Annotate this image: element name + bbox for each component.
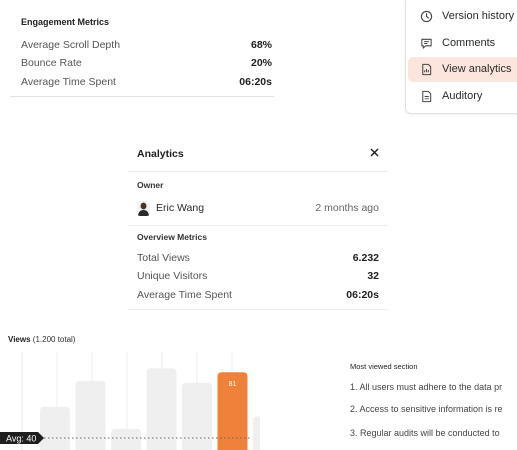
bar (253, 416, 260, 450)
metric-row: Average Scroll Depth 68% (21, 39, 272, 57)
average-label: Avg: 40 (6, 434, 36, 444)
comment-icon (421, 38, 432, 49)
metric-label: Average Time Spent (137, 289, 232, 301)
metric-value: 20% (250, 57, 272, 69)
metric-label: Unique Visitors (137, 270, 208, 282)
close-icon (370, 148, 379, 157)
close-button[interactable] (370, 146, 379, 160)
menu-item-view-analytics[interactable]: View analytics (408, 57, 517, 82)
overview-section-label: Overview Metrics (137, 232, 207, 242)
analytics-panel: Analytics Owner Eric Wang 2 months ago O… (128, 138, 388, 310)
menu-item-label: View analytics (442, 63, 512, 75)
list-item[interactable]: 1. All users must adhere to the data pr (350, 382, 517, 392)
views-title: Views (8, 335, 31, 344)
most-viewed-title: Most viewed section (350, 362, 418, 371)
owner-section-label: Owner (137, 180, 164, 190)
metric-value: 06:20s (346, 289, 379, 301)
metric-value: 6.232 (352, 252, 379, 264)
menu-item-label: Version history (442, 10, 515, 22)
clock-icon (420, 10, 433, 23)
analytics-title: Analytics (137, 148, 184, 160)
engagement-metrics-title: Engagement Metrics (21, 17, 110, 27)
menu-item-label: Auditory (442, 90, 483, 102)
bar (111, 428, 141, 450)
divider (10, 96, 274, 97)
views-chart-title: Views (1.200 total) (8, 335, 75, 344)
bar-value-label: 81 (229, 381, 237, 388)
metric-row: Average Time Spent 06:20s (137, 289, 379, 305)
owner-row: Eric Wang 2 months ago (137, 201, 379, 217)
analytics-doc-icon (422, 63, 432, 76)
metric-label: Average Time Spent (21, 76, 116, 88)
metric-value: 06:20s (239, 76, 272, 88)
metric-row: Average Time Spent 06:20s (21, 76, 272, 94)
views-total: (1.200 total) (32, 335, 76, 344)
list-item[interactable]: 3. Regular audits will be conducted to (350, 428, 517, 438)
metric-label: Bounce Rate (21, 57, 82, 69)
views-bar-chart: 81 Avg: 40 (0, 352, 260, 450)
metric-row: Bounce Rate 20% (21, 57, 272, 75)
menu-item-comments[interactable]: Comments (408, 31, 517, 56)
metric-row: Total Views 6.232 (137, 252, 379, 268)
metric-value: 68% (250, 39, 272, 51)
menu-item-label: Comments (442, 37, 496, 49)
metric-label: Average Scroll Depth (21, 39, 121, 51)
bar (40, 406, 70, 450)
bar (75, 380, 106, 450)
divider (128, 309, 388, 310)
metric-value: 32 (367, 270, 379, 282)
menu-item-version-history[interactable]: Version history (408, 4, 517, 29)
avatar (137, 201, 150, 216)
owner-name[interactable]: Eric Wang (156, 202, 204, 214)
bar (182, 382, 212, 450)
list-item[interactable]: 2. Access to sensitive information is re (350, 404, 517, 414)
document-icon (422, 90, 432, 103)
owner-timestamp: 2 months ago (315, 202, 379, 214)
metric-label: Total Views (137, 252, 190, 264)
divider (128, 225, 388, 226)
document-context-menu: Version history Comments View analytics … (405, 0, 517, 114)
menu-item-auditory[interactable]: Auditory (408, 84, 517, 109)
divider (128, 171, 388, 172)
metric-row: Unique Visitors 32 (137, 270, 379, 286)
